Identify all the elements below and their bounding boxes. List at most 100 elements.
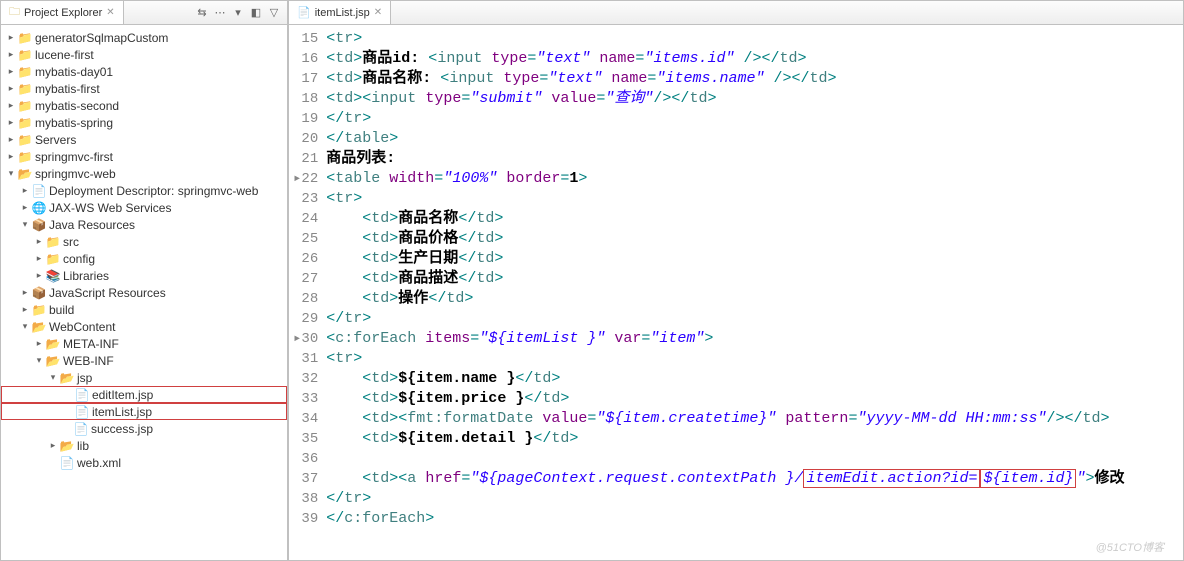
expand-arrow-icon[interactable]: ▸: [5, 100, 17, 111]
line-number: 39: [293, 509, 318, 529]
code-line[interactable]: <tr>: [326, 189, 1124, 209]
code-line[interactable]: <td>商品名称: <input type="text" name="items…: [326, 69, 1124, 89]
code-line[interactable]: <td>${item.price }</td>: [326, 389, 1124, 409]
project-tree[interactable]: ▸📁generatorSqlmapCustom▸📁lucene-first▸📁m…: [1, 25, 287, 560]
tree-item[interactable]: ▸📁generatorSqlmapCustom: [1, 29, 287, 46]
filter-icon[interactable]: ⋯: [213, 6, 227, 19]
code-line[interactable]: <table width="100%" border=1>: [326, 169, 1124, 189]
tree-item[interactable]: ▸📂META-INF: [1, 335, 287, 352]
menu-icon[interactable]: ▾: [231, 6, 245, 19]
expand-arrow-icon[interactable]: ▾: [19, 321, 31, 332]
tree-item[interactable]: ▾📂WEB-INF: [1, 352, 287, 369]
code-line[interactable]: <td><fmt:formatDate value="${item.create…: [326, 409, 1124, 429]
code-editor[interactable]: 15 16 17 18 19 20 21▸22 23 24 25 26 27 2…: [289, 25, 1183, 560]
expand-arrow-icon[interactable]: ▸: [19, 185, 31, 196]
tree-item[interactable]: ▸📁config: [1, 250, 287, 267]
code-line[interactable]: </c:forEach>: [326, 509, 1124, 529]
tree-item[interactable]: ▸📁lucene-first: [1, 46, 287, 63]
code-line[interactable]: <td>操作</td>: [326, 289, 1124, 309]
tree-item[interactable]: ▸📚Libraries: [1, 267, 287, 284]
expand-arrow-icon[interactable]: ▸: [5, 117, 17, 128]
tree-node-icon: 📁: [17, 65, 33, 79]
tree-item[interactable]: ▸📂lib: [1, 437, 287, 454]
code-line[interactable]: </tr>: [326, 309, 1124, 329]
expand-arrow-icon[interactable]: ▸: [19, 202, 31, 213]
tree-node-icon: 📁: [17, 31, 33, 45]
code-line[interactable]: <c:forEach items="${itemList }" var="ite…: [326, 329, 1124, 349]
expand-arrow-icon[interactable]: ▸: [33, 253, 45, 264]
tree-node-label: editItem.jsp: [92, 388, 153, 402]
code-line[interactable]: </tr>: [326, 489, 1124, 509]
tree-item[interactable]: ▾📂springmvc-web: [1, 165, 287, 182]
project-explorer-tab[interactable]: 🗀 Project Explorer ✕: [1, 1, 124, 24]
line-gutter: 15 16 17 18 19 20 21▸22 23 24 25 26 27 2…: [289, 25, 326, 560]
tree-node-label: jsp: [77, 371, 92, 385]
code-line[interactable]: [326, 449, 1124, 469]
expand-arrow-icon[interactable]: ▸: [33, 236, 45, 247]
tree-item[interactable]: ▸📁mybatis-first: [1, 80, 287, 97]
tree-item[interactable]: ▸📁Servers: [1, 131, 287, 148]
code-area[interactable]: <tr><td>商品id: <input type="text" name="i…: [326, 25, 1124, 560]
code-line[interactable]: <td>生产日期</td>: [326, 249, 1124, 269]
code-line[interactable]: <td>商品id: <input type="text" name="items…: [326, 49, 1124, 69]
code-line[interactable]: <td><input type="submit" value="查询"/></t…: [326, 89, 1124, 109]
code-line[interactable]: <td>商品价格</td>: [326, 229, 1124, 249]
tree-item[interactable]: 📄itemList.jsp: [1, 403, 287, 420]
expand-arrow-icon[interactable]: ▾: [33, 355, 45, 366]
tree-item[interactable]: ▸📁src: [1, 233, 287, 250]
expand-arrow-icon[interactable]: ▸: [5, 83, 17, 94]
code-line[interactable]: 商品列表:: [326, 149, 1124, 169]
expand-arrow-icon[interactable]: ▸: [5, 151, 17, 162]
tree-item[interactable]: ▸📁mybatis-spring: [1, 114, 287, 131]
expand-arrow-icon[interactable]: ▸: [5, 66, 17, 77]
tree-item[interactable]: ▸📦JavaScript Resources: [1, 284, 287, 301]
tree-node-icon: 📂: [17, 167, 33, 181]
tree-node-icon: 📁: [17, 99, 33, 113]
code-line[interactable]: <td>商品描述</td>: [326, 269, 1124, 289]
tree-item[interactable]: ▾📂jsp: [1, 369, 287, 386]
code-line[interactable]: <td>${item.name }</td>: [326, 369, 1124, 389]
expand-arrow-icon[interactable]: ▸: [33, 270, 45, 281]
expand-arrow-icon[interactable]: ▾: [5, 168, 17, 179]
tree-item[interactable]: 📄editItem.jsp: [1, 386, 287, 403]
explorer-toolbar: ⇆ ⋯ ▾ ◧ ▽: [195, 6, 287, 19]
expand-arrow-icon[interactable]: ▸: [5, 32, 17, 43]
minimize-icon[interactable]: ◧: [249, 6, 263, 19]
tree-node-label: Deployment Descriptor: springmvc-web: [49, 184, 258, 198]
link-icon[interactable]: ⇆: [195, 6, 209, 19]
tree-item[interactable]: ▸📁mybatis-day01: [1, 63, 287, 80]
expand-arrow-icon[interactable]: ▾: [47, 372, 59, 383]
tree-node-label: config: [63, 252, 95, 266]
tree-item[interactable]: ▸📄Deployment Descriptor: springmvc-web: [1, 182, 287, 199]
code-line[interactable]: <td>${item.detail }</td>: [326, 429, 1124, 449]
expand-arrow-icon[interactable]: ▸: [47, 440, 59, 451]
close-icon[interactable]: ✕: [374, 7, 382, 18]
tree-item[interactable]: ▾📂WebContent: [1, 318, 287, 335]
tree-item[interactable]: ▸📁build: [1, 301, 287, 318]
expand-arrow-icon[interactable]: ▸: [5, 49, 17, 60]
tree-item[interactable]: 📄web.xml: [1, 454, 287, 471]
expand-arrow-icon[interactable]: ▸: [19, 304, 31, 315]
line-number: 36: [293, 449, 318, 469]
dropdown-icon[interactable]: ▽: [267, 6, 281, 19]
close-icon[interactable]: ✕: [106, 7, 114, 18]
expand-arrow-icon[interactable]: ▸: [33, 338, 45, 349]
code-line[interactable]: <td>商品名称</td>: [326, 209, 1124, 229]
tree-node-icon: 📁: [31, 303, 47, 317]
editor-tab[interactable]: 📄 itemList.jsp ✕: [289, 1, 391, 24]
tree-item[interactable]: ▸🌐JAX-WS Web Services: [1, 199, 287, 216]
tree-item[interactable]: ▸📁mybatis-second: [1, 97, 287, 114]
code-line[interactable]: </table>: [326, 129, 1124, 149]
expand-arrow-icon[interactable]: ▾: [19, 219, 31, 230]
expand-arrow-icon[interactable]: ▸: [19, 287, 31, 298]
tree-node-label: mybatis-spring: [35, 116, 113, 130]
code-line[interactable]: <tr>: [326, 349, 1124, 369]
code-line[interactable]: <tr>: [326, 29, 1124, 49]
code-line[interactable]: <td><a href="${pageContext.request.conte…: [326, 469, 1124, 489]
tree-item[interactable]: 📄success.jsp: [1, 420, 287, 437]
expand-arrow-icon[interactable]: ▸: [5, 134, 17, 145]
tree-item[interactable]: ▾📦Java Resources: [1, 216, 287, 233]
code-line[interactable]: </tr>: [326, 109, 1124, 129]
tree-item[interactable]: ▸📁springmvc-first: [1, 148, 287, 165]
line-number: 31: [293, 349, 318, 369]
